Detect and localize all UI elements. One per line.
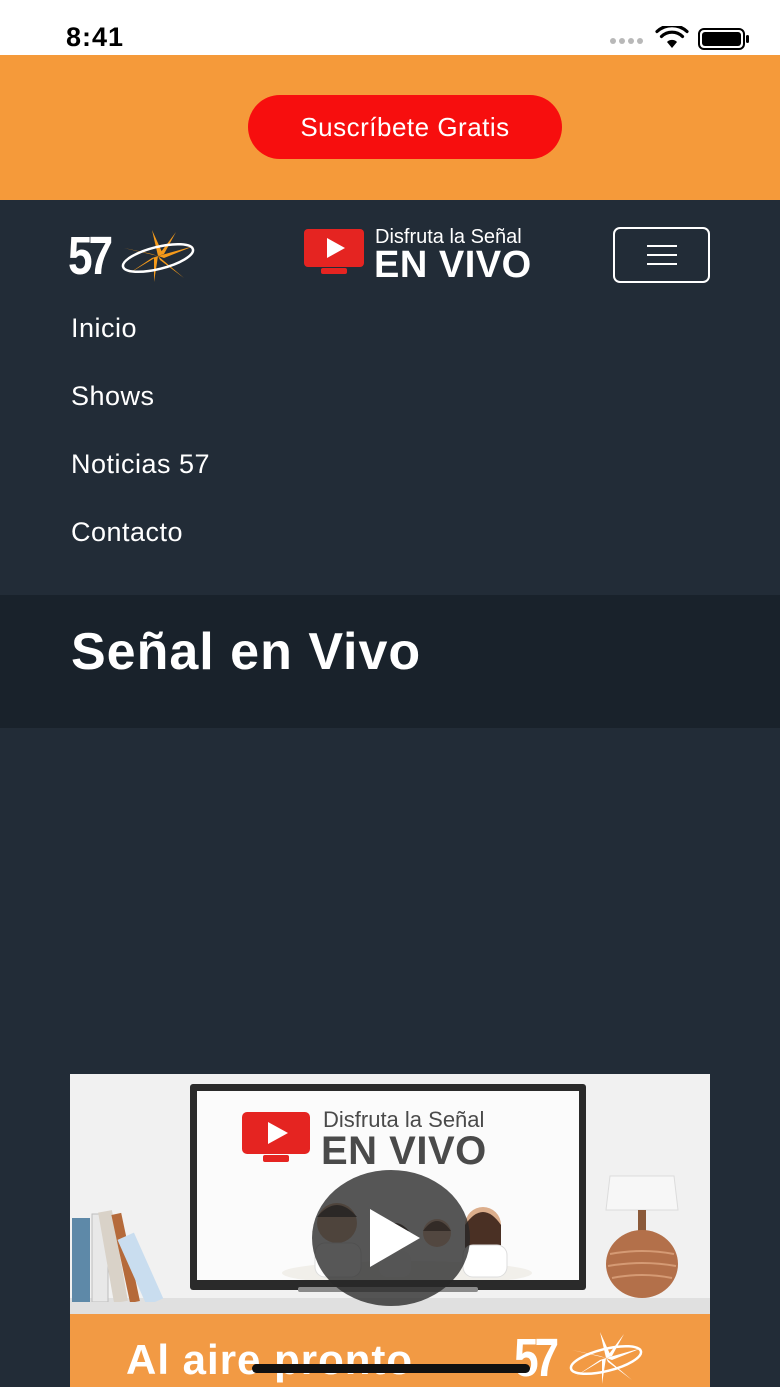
- menu-toggle-button[interactable]: [613, 227, 710, 283]
- live-signal-link[interactable]: Disfruta la Señal EN VIVO: [303, 226, 553, 286]
- video-footer-banner: Al aire pronto 57: [70, 1314, 710, 1387]
- status-time: 8:41: [66, 22, 125, 52]
- star-icon: [569, 1332, 643, 1384]
- site-logo[interactable]: 57: [68, 226, 203, 286]
- cellular-signal-icon: [610, 38, 643, 44]
- status-bar: 8:41: [0, 0, 780, 55]
- wifi-icon: [655, 26, 689, 48]
- video-footer-logo: 57: [514, 1328, 654, 1387]
- tv-icon: [304, 229, 364, 274]
- nav-item-inicio[interactable]: Inicio: [71, 308, 210, 376]
- nav-item-shows[interactable]: Shows: [71, 376, 210, 444]
- tv-promo-line2: EN VIVO: [321, 1129, 487, 1173]
- menu-icon: [646, 245, 677, 247]
- main-content: Disfruta la Señal EN VIVO Al aire pronto…: [0, 728, 780, 1387]
- video-footer-logo-number: 57: [514, 1328, 559, 1387]
- home-indicator: [252, 1364, 530, 1373]
- logo-number: 57: [68, 226, 113, 286]
- battery-icon: [698, 28, 749, 50]
- subscribe-button[interactable]: Suscríbete Gratis: [248, 95, 562, 159]
- video-footer-text: Al aire pronto: [126, 1336, 414, 1383]
- lamp-image: [605, 1175, 679, 1298]
- nav-item-noticias[interactable]: Noticias 57: [71, 444, 210, 512]
- title-band: Señal en Vivo: [0, 595, 780, 728]
- tv-icon: [242, 1112, 310, 1162]
- nav-item-contacto[interactable]: Contacto: [71, 512, 210, 580]
- play-icon: [370, 1209, 420, 1267]
- promo-bar: Suscríbete Gratis: [0, 55, 780, 200]
- page-title: Señal en Vivo: [71, 623, 422, 681]
- main-nav: Inicio Shows Noticias 57 Contacto: [71, 308, 210, 580]
- star-icon: [121, 230, 195, 282]
- books-image: [72, 1210, 164, 1302]
- video-player[interactable]: Disfruta la Señal EN VIVO Al aire pronto…: [70, 1074, 710, 1387]
- live-promo-line2: EN VIVO: [374, 244, 532, 286]
- site-header: 57 Disfruta la Señal EN VIVO Inicio Show…: [0, 200, 780, 595]
- play-button[interactable]: [312, 1170, 470, 1306]
